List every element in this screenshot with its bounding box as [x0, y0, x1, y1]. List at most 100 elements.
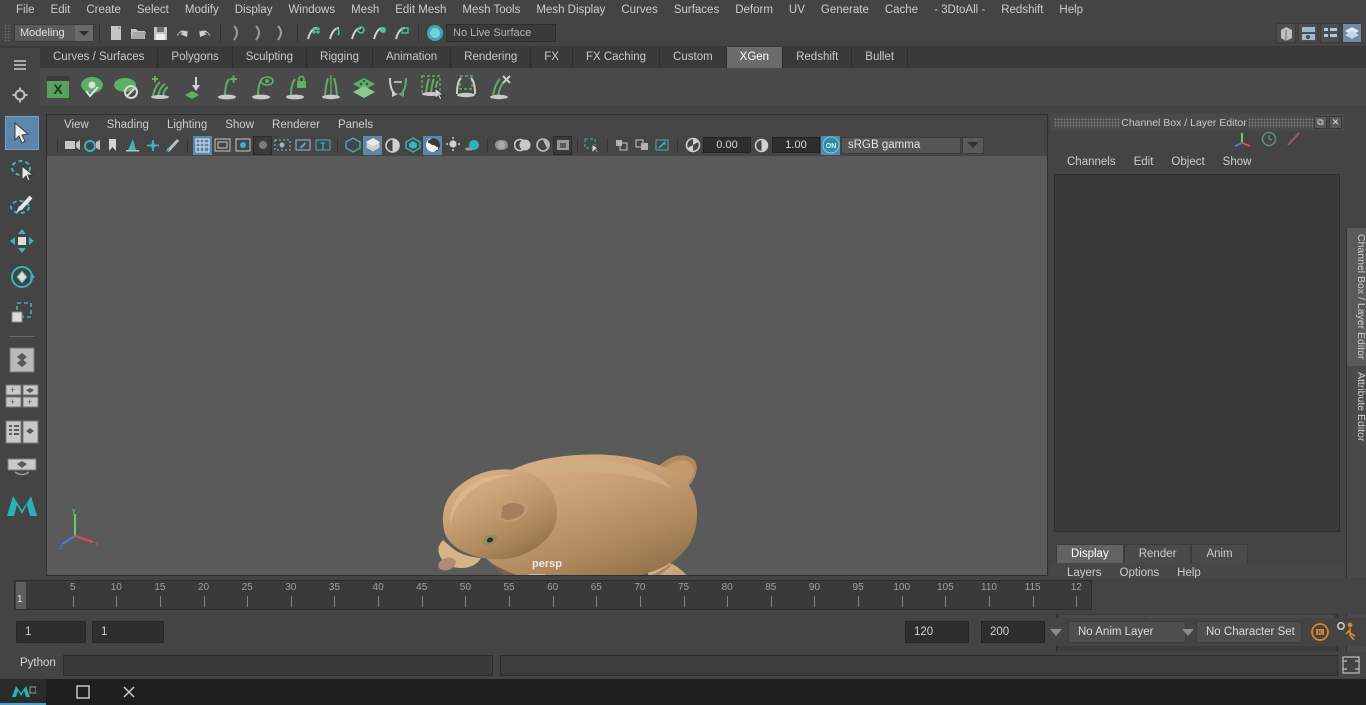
snap-to-grid-icon[interactable]	[303, 23, 325, 44]
menu-curves[interactable]: Curves	[613, 0, 665, 20]
live-surface-field[interactable]: No Live Surface	[446, 24, 556, 42]
menu-generate[interactable]: Generate	[813, 0, 877, 20]
minimize-icon[interactable]	[60, 679, 106, 705]
channel-box-attribute-list[interactable]	[1054, 174, 1340, 532]
grease-pencil-icon[interactable]	[163, 136, 182, 155]
status-line-grip[interactable]	[4, 24, 11, 42]
menu-edit-mesh[interactable]: Edit Mesh	[387, 0, 454, 20]
pencil-icon[interactable]	[1286, 131, 1302, 152]
menu-cache[interactable]: Cache	[877, 0, 926, 20]
xgen-import-collection-icon[interactable]	[178, 71, 210, 103]
color-management-toggle-icon[interactable]: ON	[821, 135, 840, 155]
exposure-reset-icon[interactable]	[653, 136, 672, 155]
range-end-time-field[interactable]: 120	[905, 621, 969, 643]
gate-mask-icon[interactable]	[253, 135, 272, 155]
clock-icon[interactable]	[1261, 131, 1277, 152]
xgen-preview-icon[interactable]	[76, 71, 108, 103]
move-tool-icon[interactable]	[5, 224, 39, 258]
menu-create[interactable]: Create	[78, 0, 129, 20]
xgen-editor-icon[interactable]: X	[42, 71, 74, 103]
attribute-editor-icon[interactable]	[1298, 23, 1318, 43]
quick-layout-four-icon[interactable]: + + +	[5, 379, 39, 413]
viewport-menu-view[interactable]: View	[55, 119, 98, 131]
xgen-add-description-icon[interactable]	[144, 71, 176, 103]
menu-help[interactable]: Help	[1051, 0, 1091, 20]
shelf-tab-redshift[interactable]: Redshift	[783, 47, 853, 68]
menu-file[interactable]: File	[8, 0, 43, 20]
resolution-gate-icon[interactable]	[233, 136, 252, 155]
snap-to-point-icon[interactable]	[347, 23, 369, 44]
chevron-down-icon[interactable]	[75, 25, 93, 41]
anim-layer-chevron-icon[interactable]	[1180, 622, 1196, 642]
quick-layout-outliner-icon[interactable]	[5, 415, 39, 449]
xgen-guide-visibility-icon[interactable]	[246, 71, 278, 103]
channel-box-menu-channels[interactable]: Channels	[1058, 156, 1125, 168]
image-plane-icon[interactable]	[123, 136, 142, 155]
xgen-add-guide-icon[interactable]	[212, 71, 244, 103]
close-icon[interactable]	[106, 679, 152, 705]
shelf-tab-bullet[interactable]: Bullet	[852, 47, 909, 68]
menu-surfaces[interactable]: Surfaces	[666, 0, 727, 20]
playback-options-chevron-icon[interactable]	[1048, 622, 1064, 642]
character-set-combo[interactable]: No Character Set	[1196, 621, 1302, 643]
make-live-icon[interactable]	[424, 23, 446, 44]
menu-uv[interactable]: UV	[781, 0, 813, 20]
menu-3dtoall[interactable]: - 3DtoAll -	[926, 0, 993, 20]
xgen-move-guide-icon[interactable]	[382, 71, 414, 103]
2d-pan-zoom-icon[interactable]	[143, 136, 162, 155]
xray-active-components-icon[interactable]	[633, 136, 652, 155]
use-all-lights-icon[interactable]	[423, 135, 442, 155]
quick-layout-hypergraph-icon[interactable]	[5, 451, 39, 485]
shelf-tab-rigging[interactable]: Rigging	[307, 47, 374, 68]
animation-end-time-field[interactable]: 200	[981, 621, 1045, 643]
viewport-menu-renderer[interactable]: Renderer	[263, 119, 329, 131]
modeling-toolkit-icon[interactable]	[1276, 23, 1296, 43]
viewport-menu-shading[interactable]: Shading	[98, 119, 158, 131]
animation-preferences-icon[interactable]	[1336, 621, 1358, 647]
menu-set-selector[interactable]: Modeling	[14, 24, 94, 42]
new-scene-icon[interactable]	[105, 23, 127, 44]
color-space-field[interactable]: sRGB gamma	[841, 136, 961, 154]
channel-box-menu-show[interactable]: Show	[1214, 156, 1261, 168]
bookmark-icon[interactable]	[103, 136, 122, 155]
wireframe-shading-icon[interactable]	[343, 136, 362, 155]
save-scene-icon[interactable]	[149, 23, 171, 44]
viewport-render-region-icon[interactable]	[553, 135, 572, 155]
select-by-object-icon[interactable]	[248, 23, 270, 44]
exposure-field[interactable]: 0.00	[703, 137, 751, 153]
snap-to-view-plane-icon[interactable]	[391, 23, 413, 44]
shelf-tab-curves-surfaces[interactable]: Curves / Surfaces	[40, 47, 159, 68]
vertical-tab-channel-box[interactable]: Channel Box / Layer Editor	[1347, 228, 1366, 366]
close-icon[interactable]: ✕	[1329, 116, 1342, 129]
viewport-canvas[interactable]: y x z persp	[47, 156, 1047, 575]
axis-gizmo-icon[interactable]	[1234, 130, 1252, 153]
shelf-menu-icon[interactable]	[7, 52, 33, 78]
tool-settings-icon[interactable]	[1342, 23, 1362, 43]
grid-toggle-icon[interactable]	[193, 135, 212, 155]
shelf-tab-xgen[interactable]: XGen	[726, 47, 784, 68]
xgen-select-region-icon[interactable]	[416, 71, 448, 103]
viewport-menu-panels[interactable]: Panels	[329, 119, 382, 131]
menu-modify[interactable]: Modify	[177, 0, 227, 20]
menu-edit[interactable]: Edit	[43, 0, 79, 20]
vertical-tab-attribute-editor[interactable]: Attribute Editor	[1347, 366, 1366, 447]
tab-anim[interactable]: Anim	[1191, 544, 1248, 563]
shelf-tab-animation[interactable]: Animation	[373, 47, 452, 68]
menu-deform[interactable]: Deform	[727, 0, 781, 20]
xgen-clip-icon[interactable]	[450, 71, 482, 103]
shelf-settings-gear-icon[interactable]	[7, 82, 33, 108]
lasso-select-tool-icon[interactable]	[5, 152, 39, 186]
select-by-hierarchy-icon[interactable]	[226, 23, 248, 44]
command-language-label[interactable]: Python	[20, 657, 56, 669]
command-input-field[interactable]	[63, 655, 493, 676]
tab-display[interactable]: Display	[1056, 544, 1124, 563]
range-start-time-field[interactable]: 1	[92, 621, 164, 643]
select-camera-icon[interactable]	[63, 136, 82, 155]
screen-space-ao-icon[interactable]	[463, 136, 482, 155]
paint-select-tool-icon[interactable]	[5, 188, 39, 222]
channel-box-menu-object[interactable]: Object	[1162, 156, 1213, 168]
menu-mesh-tools[interactable]: Mesh Tools	[454, 0, 528, 20]
channel-box-menu-edit[interactable]: Edit	[1125, 156, 1163, 168]
xgen-layers-icon[interactable]	[348, 71, 380, 103]
snap-to-projected-center-icon[interactable]	[369, 23, 391, 44]
